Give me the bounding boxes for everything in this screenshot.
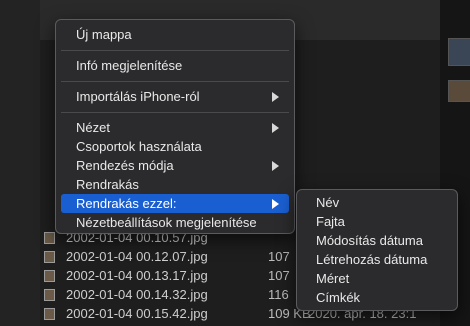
sidebar-area — [0, 0, 40, 326]
menu-item-view[interactable]: Nézet — [61, 118, 289, 137]
menu-item-use-groups[interactable]: Csoportok használata — [61, 137, 289, 156]
submenu-arrow-icon — [272, 123, 279, 133]
menu-item-label: Infó megjelenítése — [76, 58, 183, 73]
menu-item-import-from-iphone[interactable]: Importálás iPhone-ról — [61, 87, 289, 106]
file-size: 116 — [268, 287, 289, 302]
submenu-item-label: Méret — [316, 271, 350, 286]
submenu-arrow-icon — [272, 161, 279, 171]
file-name: 2002-01-04 00.13.17.jpg — [66, 268, 208, 283]
menu-item-label: Új mappa — [76, 27, 132, 42]
submenu-item-size[interactable]: Méret — [301, 269, 453, 288]
menu-item-label: Rendrakás — [76, 177, 139, 192]
image-file-icon — [44, 289, 55, 301]
image-file-icon — [44, 251, 55, 263]
submenu-arrow-icon — [272, 199, 279, 209]
submenu-item-kind[interactable]: Fajta — [301, 212, 453, 231]
menu-item-show-view-options[interactable]: Nézetbeállítások megjelenítése — [61, 213, 289, 232]
menu-item-label: Rendrakás ezzel: — [76, 196, 177, 211]
submenu-item-label: Fajta — [316, 214, 345, 229]
menu-item-get-info[interactable]: Infó megjelenítése — [61, 56, 289, 75]
file-name: 2002-01-04 00.15.42.jpg — [66, 306, 208, 321]
menu-item-label: Nézet — [76, 120, 110, 135]
submenu-item-label: Név — [316, 195, 340, 210]
menu-item-label: Csoportok használata — [76, 139, 202, 154]
menu-item-clean-up-by[interactable]: Rendrakás ezzel: — [61, 194, 289, 213]
file-size: 107 — [268, 249, 290, 264]
submenu-item-date-created[interactable]: Létrehozás dátuma — [301, 250, 453, 269]
menu-item-sort-by[interactable]: Rendezés módja — [61, 156, 289, 175]
menu-item-label: Nézetbeállítások megjelenítése — [76, 215, 257, 230]
file-size: 107 — [268, 268, 290, 283]
submenu-arrow-icon — [272, 92, 279, 102]
preview-thumbnail — [448, 38, 470, 66]
menu-separator — [61, 112, 289, 113]
submenu-item-name[interactable]: Név — [301, 193, 453, 212]
submenu-item-label: Módosítás dátuma — [316, 233, 423, 248]
clean-up-by-submenu: Név Fajta Módosítás dátuma Létrehozás dá… — [296, 189, 458, 311]
menu-item-label: Importálás iPhone-ról — [76, 89, 200, 104]
submenu-item-label: Létrehozás dátuma — [316, 252, 428, 267]
image-file-icon — [44, 270, 55, 282]
image-file-icon — [44, 308, 55, 320]
menu-item-clean-up[interactable]: Rendrakás — [61, 175, 289, 194]
file-name: 2002-01-04 00.12.07.jpg — [66, 249, 208, 264]
image-file-icon — [44, 232, 55, 244]
menu-item-label: Rendezés módja — [76, 158, 174, 173]
submenu-item-tags[interactable]: Címkék — [301, 288, 453, 307]
menu-separator — [61, 81, 289, 82]
submenu-item-label: Címkék — [316, 290, 361, 305]
submenu-item-date-modified[interactable]: Módosítás dátuma — [301, 231, 453, 250]
context-menu: Új mappa Infó megjelenítése Importálás i… — [55, 19, 295, 234]
preview-thumbnail — [448, 80, 470, 102]
menu-item-new-folder[interactable]: Új mappa — [61, 25, 289, 44]
menu-separator — [61, 50, 289, 51]
file-name: 2002-01-04 00.14.32.jpg — [66, 287, 208, 302]
